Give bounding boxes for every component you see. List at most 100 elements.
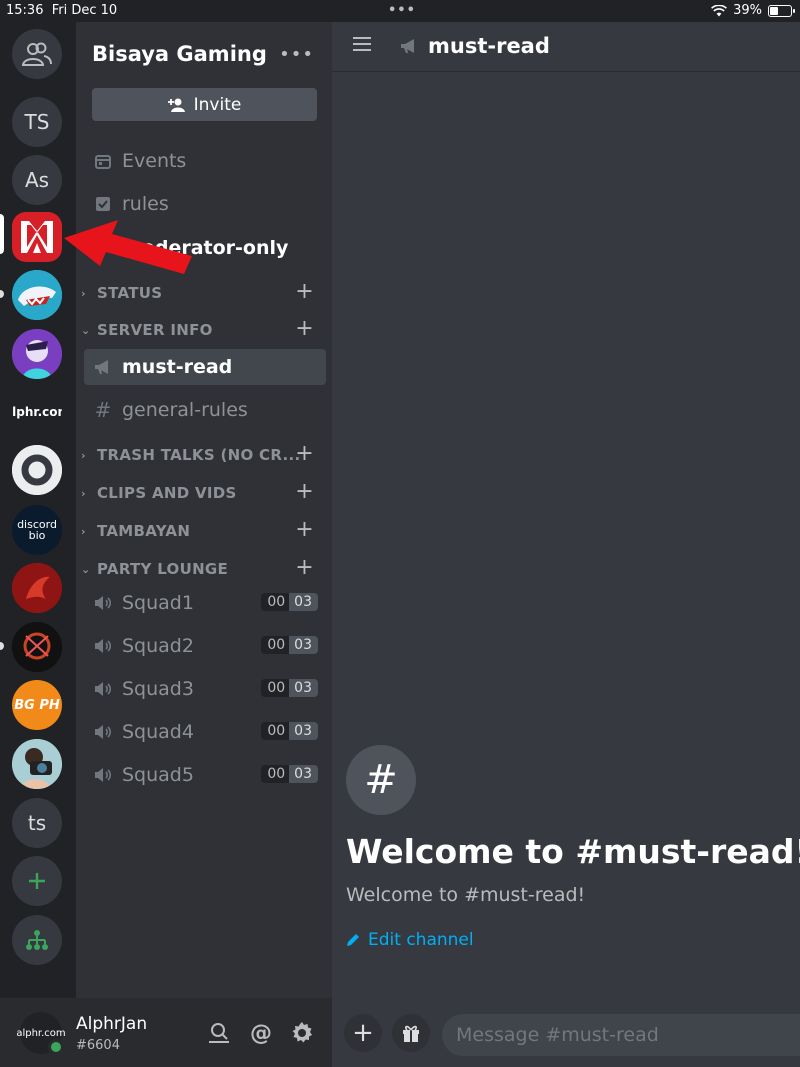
voice-channel-squad1[interactable]: Squad1 00 03 — [84, 585, 326, 621]
channel-events[interactable]: Events — [84, 143, 326, 179]
invite-label: Invite — [193, 94, 242, 115]
server-ts-2[interactable]: ts — [12, 798, 62, 848]
battery-icon — [768, 4, 795, 17]
add-channel-icon[interactable]: + — [295, 479, 314, 504]
server-ts-1[interactable]: TS — [12, 97, 62, 147]
search-button[interactable] — [206, 1020, 232, 1046]
chevron-down-icon: ⌄ — [81, 323, 91, 337]
unread-indicator-2 — [0, 642, 4, 650]
channel-sidebar: Bisaya Gaming ••• Invite Events rules mo… — [76, 22, 332, 998]
bisaya-gaming-logo-icon — [21, 221, 53, 253]
add-channel-icon[interactable]: + — [295, 555, 314, 580]
speaker-icon — [95, 682, 112, 696]
status-time: 15:36 Fri Dec 10 — [6, 3, 118, 18]
server-dark[interactable] — [12, 622, 62, 672]
server-list: TS As alphr.com discord bio BG PH ts — [0, 22, 76, 998]
chevron-right-icon: › — [81, 486, 86, 500]
plus-icon: + — [352, 1018, 374, 1048]
mentions-button[interactable]: @ — [248, 1020, 274, 1046]
message-input[interactable] — [442, 1014, 800, 1056]
megaphone-icon — [95, 360, 108, 374]
wifi-icon — [711, 4, 728, 16]
voice-channel-squad3[interactable]: Squad3 00 03 — [84, 671, 326, 707]
battery-percent: 39% — [733, 3, 762, 18]
rules-check-icon — [96, 197, 110, 211]
server-as[interactable]: As — [12, 155, 62, 205]
gift-icon — [403, 1025, 419, 1042]
pencil-icon — [347, 934, 359, 946]
channel-must-read[interactable]: must-read — [84, 349, 326, 385]
speaker-icon — [95, 768, 112, 782]
direct-messages-button[interactable] — [12, 29, 62, 79]
settings-button[interactable] — [289, 1020, 315, 1046]
calendar-icon — [95, 155, 111, 169]
megaphone-icon — [401, 39, 414, 53]
user-limit-badge: 00 03 — [261, 722, 318, 740]
voice-channel-squad5[interactable]: Squad5 00 03 — [84, 757, 326, 793]
channel-general-rules[interactable]: # general-rules — [84, 392, 326, 428]
user-panel: alphr.com AlphrJan #6604 @ — [0, 998, 332, 1067]
voice-channel-squad4[interactable]: Squad4 00 03 — [84, 714, 326, 750]
explore-servers-button[interactable] — [12, 915, 62, 965]
active-server-indicator — [0, 214, 4, 254]
add-server-button[interactable] — [12, 856, 62, 906]
server-name[interactable]: Bisaya Gaming — [92, 42, 267, 66]
welcome-title: Welcome to #must-read! — [346, 832, 800, 871]
server-discord-bio[interactable]: discord bio — [12, 505, 62, 555]
category-tambayan[interactable]: › TAMBAYAN + — [76, 517, 332, 543]
online-status-icon — [48, 1039, 64, 1055]
invite-button[interactable]: Invite — [92, 88, 317, 121]
user-discriminator: #6604 — [76, 1038, 120, 1053]
message-composer: + — [332, 998, 800, 1067]
chevron-right-icon: › — [81, 524, 86, 538]
attach-button[interactable]: + — [344, 1014, 382, 1052]
user-limit-badge: 00 03 — [261, 765, 318, 783]
server-bg-ph[interactable]: BG PH — [12, 680, 62, 730]
photographer-avatar-icon — [12, 739, 62, 789]
channel-moderator-only[interactable]: moderator-only — [84, 230, 326, 266]
dark-emblem-icon — [12, 622, 62, 672]
character-avatar-icon — [12, 329, 62, 379]
ring-logo-icon — [12, 445, 62, 495]
server-mrbeast[interactable] — [12, 270, 62, 320]
at-icon: @ — [250, 1020, 272, 1046]
add-channel-icon[interactable]: + — [295, 517, 314, 542]
gear-icon — [292, 1022, 312, 1043]
add-channel-icon[interactable]: + — [295, 316, 314, 341]
server-red[interactable] — [12, 563, 62, 613]
speaker-icon — [95, 639, 112, 653]
welcome-subtitle: Welcome to #must-read! — [346, 884, 586, 906]
chevron-down-icon: ⌄ — [81, 562, 91, 576]
server-photo[interactable] — [12, 739, 62, 789]
server-circle[interactable] — [12, 445, 62, 495]
voice-channel-squad2[interactable]: Squad2 00 03 — [84, 628, 326, 664]
username: AlphrJan — [76, 1014, 148, 1034]
edit-channel-link[interactable]: Edit channel — [346, 930, 474, 950]
gift-button[interactable] — [392, 1014, 430, 1052]
add-person-icon — [167, 98, 185, 112]
server-alphr[interactable]: alphr.com — [12, 387, 62, 437]
server-character[interactable] — [12, 329, 62, 379]
search-icon — [209, 1023, 229, 1043]
chevron-right-icon: › — [81, 448, 86, 462]
server-menu-button[interactable]: ••• — [279, 44, 314, 65]
chevron-right-icon: › — [81, 286, 86, 300]
category-clips[interactable]: › CLIPS AND VIDS + — [76, 479, 332, 505]
channel-header: must-read — [332, 22, 800, 72]
add-channel-icon[interactable]: + — [295, 279, 314, 304]
hamburger-menu-icon[interactable] — [352, 36, 372, 52]
multitask-dots[interactable]: ••• — [388, 3, 416, 18]
category-party-lounge[interactable]: ⌄ PARTY LOUNGE + — [76, 555, 332, 581]
shark-avatar-icon — [12, 270, 62, 320]
category-status[interactable]: › STATUS + — [76, 279, 332, 305]
red-emblem-icon — [12, 563, 62, 613]
channel-rules[interactable]: rules — [84, 186, 326, 222]
server-bisaya-gaming[interactable] — [12, 212, 62, 262]
speaker-icon — [95, 596, 112, 610]
add-channel-icon[interactable]: + — [295, 441, 314, 466]
category-trash-talks[interactable]: › TRASH TALKS (NO CR... + — [76, 441, 332, 467]
user-limit-badge: 00 03 — [261, 636, 318, 654]
channel-title: must-read — [428, 34, 550, 58]
category-server-info[interactable]: ⌄ SERVER INFO + — [76, 316, 332, 342]
user-limit-badge: 00 03 — [261, 593, 318, 611]
